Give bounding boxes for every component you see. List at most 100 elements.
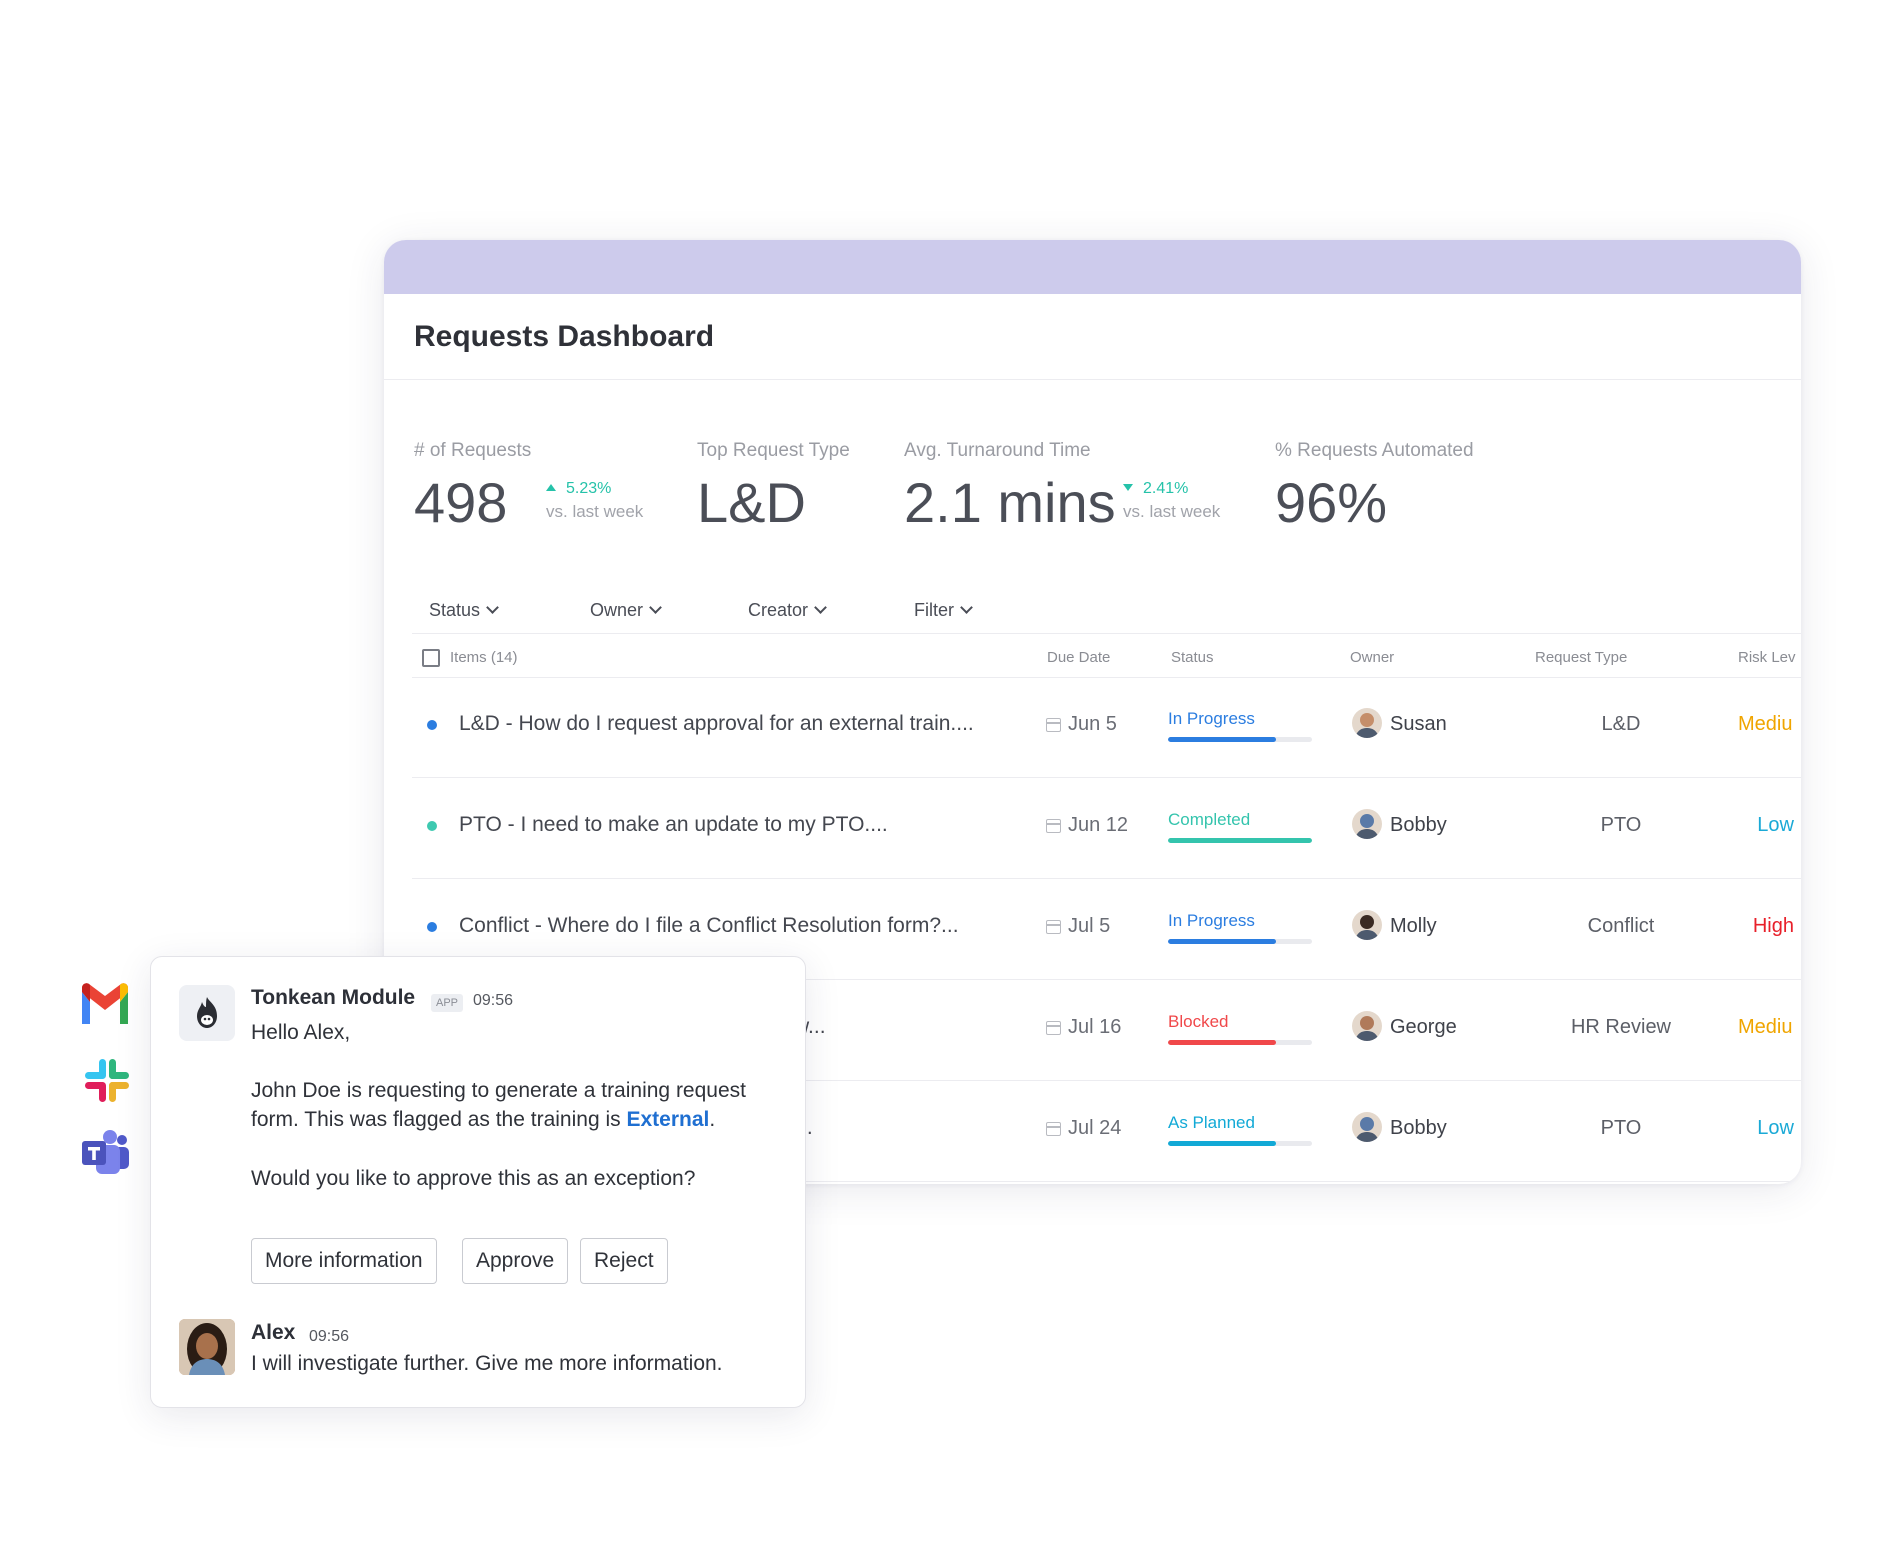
risk-level: Mediu: [1738, 1016, 1793, 1038]
avatar: [1352, 910, 1382, 940]
message-line: form. This was flagged as the training i…: [251, 1108, 716, 1131]
reject-button[interactable]: Reject: [580, 1238, 668, 1284]
stat-value: 2.1 mins: [904, 471, 1116, 534]
avatar: [1352, 1112, 1382, 1142]
table-row[interactable]: PTO - I need to make an update to my PTO…: [384, 779, 1801, 879]
message-greeting: Hello Alex,: [251, 1021, 351, 1044]
progress-fill: [1168, 939, 1276, 944]
calendar-icon: [1046, 920, 1061, 934]
divider: [412, 777, 1801, 778]
request-type: PTO: [1600, 814, 1642, 836]
status-label[interactable]: In Progress: [1168, 911, 1255, 931]
gmail-icon[interactable]: [78, 980, 132, 1030]
column-header-owner[interactable]: Owner: [1350, 649, 1394, 666]
delta-value: 2.41%: [1143, 480, 1189, 497]
column-header-status[interactable]: Status: [1171, 649, 1214, 666]
creator-filter-dropdown[interactable]: Creator: [748, 600, 827, 621]
calendar-icon: [1046, 718, 1061, 732]
stat-label: Top Request Type: [697, 440, 850, 461]
calendar-icon: [1046, 1122, 1061, 1136]
more-information-button[interactable]: More information: [251, 1238, 437, 1284]
status-filter-dropdown[interactable]: Status: [429, 600, 499, 621]
request-type: Conflict: [1587, 915, 1655, 937]
risk-level: Mediu: [1738, 713, 1793, 735]
due-date: Jul 16: [1068, 1016, 1122, 1038]
dashboard-header-bar: [384, 240, 1801, 294]
owner-name: Bobby: [1390, 814, 1447, 836]
user-message: I will investigate further. Give me more…: [251, 1352, 723, 1375]
progress-fill: [1168, 1040, 1276, 1045]
due-date: Jun 5: [1068, 713, 1117, 735]
due-date: Jul 24: [1068, 1117, 1122, 1139]
request-title[interactable]: PTO - I need to make an update to my PTO…: [459, 813, 888, 837]
risk-level: Low: [1757, 1117, 1794, 1139]
stat-label: % Requests Automated: [1275, 440, 1474, 461]
slack-icon[interactable]: [78, 1056, 132, 1106]
user-name: Alex: [251, 1321, 296, 1344]
delta-note: vs. last week: [1123, 502, 1221, 521]
status-dot: [427, 922, 437, 932]
delta-note: vs. last week: [546, 502, 644, 521]
request-title[interactable]: Conflict - Where do I file a Conflict Re…: [459, 914, 959, 938]
owner-name: Susan: [1390, 713, 1447, 735]
risk-level: Low: [1757, 814, 1794, 836]
calendar-icon: [1046, 819, 1061, 833]
stat-delta: 2.41% vs. last week: [1123, 480, 1220, 522]
status-progress-bar: [1168, 939, 1312, 944]
external-link[interactable]: External: [626, 1108, 709, 1131]
message-question: Would you like to approve this as an exc…: [251, 1167, 696, 1190]
select-all-checkbox[interactable]: [422, 649, 440, 667]
filter-dropdown[interactable]: Filter: [914, 600, 973, 621]
table-row[interactable]: L&D - How do I request approval for an e…: [384, 678, 1801, 778]
app-badge: APP: [431, 994, 464, 1012]
due-date: Jun 12: [1068, 814, 1129, 836]
status-label[interactable]: Completed: [1168, 810, 1250, 830]
request-type: PTO: [1600, 1117, 1642, 1139]
avatar: [179, 1319, 235, 1375]
chevron-down-icon: [649, 601, 662, 614]
message-time: 09:56: [309, 1328, 350, 1345]
stat-top-request-type: Top Request Type L&D: [697, 440, 850, 534]
status-progress-bar: [1168, 1141, 1312, 1146]
due-date: Jul 5: [1068, 915, 1111, 937]
stat-automated: % Requests Automated 96%: [1275, 440, 1474, 534]
trend-up-icon: [546, 484, 556, 491]
approve-button[interactable]: Approve: [462, 1238, 569, 1284]
progress-fill: [1168, 838, 1312, 843]
stat-label: # of Requests: [414, 440, 532, 461]
status-label[interactable]: In Progress: [1168, 709, 1255, 729]
tonkean-logo-icon: [197, 997, 217, 1028]
owner-name: George: [1390, 1016, 1457, 1038]
progress-fill: [1168, 1141, 1276, 1146]
status-label[interactable]: Blocked: [1168, 1012, 1228, 1032]
message-time: 09:56: [473, 992, 514, 1009]
column-header-request-type[interactable]: Request Type: [1535, 649, 1627, 666]
divider: [412, 633, 1801, 634]
stat-requests: # of Requests 498 5.23% vs. last week: [414, 440, 643, 534]
column-header-risk-level[interactable]: Risk Lev: [1738, 649, 1796, 666]
progress-fill: [1168, 737, 1276, 742]
chevron-down-icon: [960, 601, 973, 614]
divider: [412, 878, 1801, 879]
teams-icon[interactable]: [78, 1128, 132, 1178]
avatar: [1352, 809, 1382, 839]
delta-value: 5.23%: [566, 480, 612, 497]
risk-level: High: [1752, 915, 1794, 937]
stat-value: 96%: [1275, 471, 1388, 534]
stat-value: 498: [414, 471, 508, 534]
status-dot: [427, 720, 437, 730]
chat-message-panel: Tonkean Module APP 09:56 Hello Alex, Joh…: [150, 956, 806, 1408]
chevron-down-icon: [814, 601, 827, 614]
column-header-due-date[interactable]: Due Date: [1047, 649, 1110, 666]
status-label[interactable]: As Planned: [1168, 1113, 1255, 1133]
request-title[interactable]: L&D - How do I request approval for an e…: [459, 712, 974, 736]
request-type: HR Review: [1570, 1016, 1672, 1038]
chevron-down-icon: [486, 601, 499, 614]
stat-value: L&D: [697, 471, 806, 534]
status-progress-bar: [1168, 1040, 1312, 1045]
owner-filter-dropdown[interactable]: Owner: [590, 600, 662, 621]
items-count: Items (14): [450, 649, 518, 666]
stat-label: Avg. Turnaround Time: [904, 440, 1091, 461]
stat-delta: 5.23% vs. last week: [546, 480, 643, 522]
trend-down-icon: [1123, 484, 1133, 491]
